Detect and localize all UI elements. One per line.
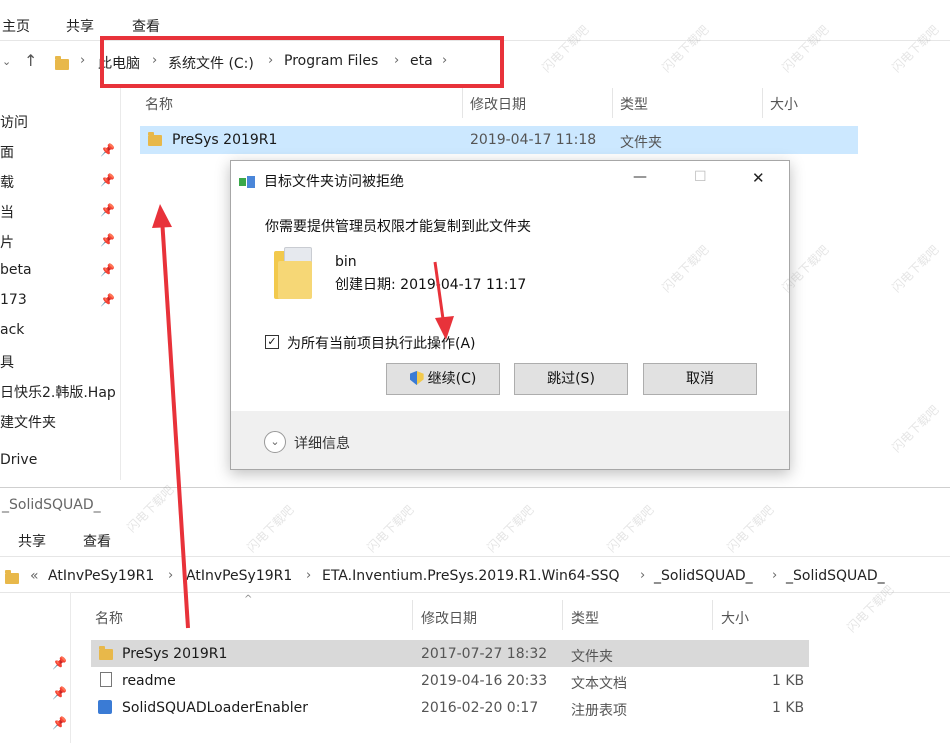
red-arrow-down: [433, 261, 454, 340]
red-arrow-up: [152, 204, 190, 629]
annotation-arrows: [152, 204, 454, 629]
